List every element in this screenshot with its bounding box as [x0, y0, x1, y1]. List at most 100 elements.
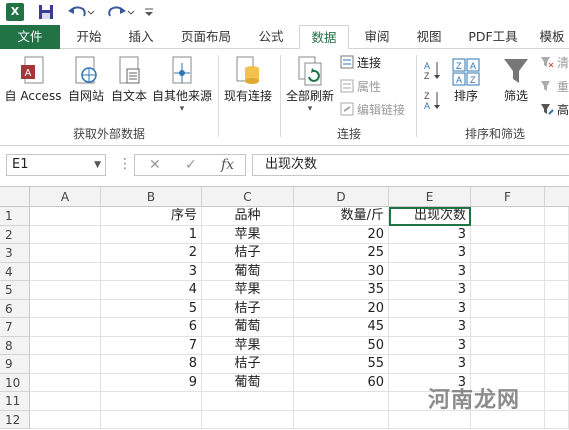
table-cell[interactable] — [545, 281, 569, 300]
formula-bar-grip-icon[interactable]: ⋮ — [118, 154, 132, 176]
table-cell[interactable] — [471, 207, 545, 226]
table-cell[interactable]: 桔子 — [202, 355, 294, 374]
table-cell[interactable] — [545, 262, 569, 281]
table-cell[interactable] — [30, 225, 101, 244]
table-cell[interactable]: 数量/斤 — [294, 207, 389, 226]
table-cell[interactable]: 35 — [294, 281, 389, 300]
table-cell[interactable]: 3 — [389, 262, 471, 281]
row-header[interactable]: 2 — [0, 225, 30, 244]
column-header-e[interactable]: E — [389, 187, 471, 207]
advanced-filter-button[interactable]: 高 — [540, 100, 569, 120]
table-cell[interactable]: 20 — [294, 299, 389, 318]
table-cell[interactable] — [30, 355, 101, 374]
undo-icon[interactable] — [66, 3, 96, 21]
table-cell[interactable] — [30, 299, 101, 318]
from-text-button[interactable]: 自文本 — [108, 55, 150, 104]
formula-input[interactable]: 出现次数 — [252, 154, 569, 176]
table-cell[interactable]: 苹果 — [202, 225, 294, 244]
connections-button[interactable]: 连接 — [340, 53, 381, 73]
table-cell[interactable]: 4 — [101, 281, 202, 300]
confirm-icon[interactable]: ✓ — [185, 155, 197, 175]
table-cell[interactable] — [294, 410, 389, 429]
table-cell[interactable]: 3 — [389, 299, 471, 318]
table-cell[interactable]: 2 — [101, 244, 202, 263]
existing-connections-button[interactable]: 现有连接 — [222, 55, 274, 104]
column-header-d[interactable]: D — [294, 187, 389, 207]
redo-icon[interactable] — [106, 3, 136, 21]
tab-formulas[interactable]: 公式 — [248, 25, 294, 49]
from-other-sources-button[interactable]: 自其他来源 ▾ — [150, 55, 214, 114]
table-cell[interactable] — [545, 207, 569, 226]
cancel-icon[interactable]: ✕ — [149, 155, 161, 175]
chevron-down-icon[interactable]: ▼ — [94, 155, 101, 175]
row-header[interactable]: 1 — [0, 207, 30, 226]
sort-descending-button[interactable]: ZA — [420, 89, 446, 111]
row-header[interactable]: 4 — [0, 262, 30, 281]
table-cell[interactable]: 3 — [389, 244, 471, 263]
row-header[interactable]: 3 — [0, 244, 30, 263]
table-cell[interactable]: 6 — [101, 318, 202, 337]
table-cell[interactable]: 葡萄 — [202, 262, 294, 281]
save-icon[interactable] — [38, 4, 54, 20]
table-cell[interactable]: 苹果 — [202, 336, 294, 355]
row-header[interactable]: 9 — [0, 355, 30, 374]
select-all-corner[interactable] — [0, 187, 30, 207]
row-header[interactable]: 6 — [0, 299, 30, 318]
row-header[interactable]: 10 — [0, 373, 30, 392]
table-cell[interactable] — [545, 225, 569, 244]
table-cell[interactable] — [545, 244, 569, 263]
from-access-button[interactable]: A 自 Access — [2, 55, 64, 104]
table-cell[interactable]: 3 — [101, 262, 202, 281]
table-cell[interactable] — [545, 299, 569, 318]
table-cell[interactable]: 7 — [101, 336, 202, 355]
filter-button[interactable]: 筛选 — [496, 55, 536, 104]
table-cell[interactable] — [30, 392, 101, 411]
table-cell[interactable]: 葡萄 — [202, 318, 294, 337]
table-cell[interactable]: 苹果 — [202, 281, 294, 300]
column-header-f[interactable]: F — [471, 187, 545, 207]
table-cell[interactable] — [471, 262, 545, 281]
table-cell[interactable] — [545, 336, 569, 355]
sort-button[interactable]: ZAAZ 排序 — [448, 55, 484, 104]
table-cell[interactable]: 3 — [389, 336, 471, 355]
tab-data[interactable]: 数据 — [299, 25, 349, 50]
table-cell[interactable]: 60 — [294, 373, 389, 392]
tab-view[interactable]: 视图 — [406, 25, 452, 49]
customize-qat-icon[interactable] — [142, 3, 156, 21]
refresh-all-button[interactable]: 全部刷新 ▾ — [284, 55, 336, 114]
table-cell[interactable]: 20 — [294, 225, 389, 244]
table-cell[interactable]: 3 — [389, 225, 471, 244]
table-cell[interactable] — [545, 318, 569, 337]
table-cell[interactable]: 3 — [389, 355, 471, 374]
table-cell[interactable]: 30 — [294, 262, 389, 281]
table-cell[interactable] — [30, 318, 101, 337]
tab-page-layout[interactable]: 页面布局 — [170, 25, 242, 49]
table-cell[interactable] — [545, 355, 569, 374]
table-cell[interactable] — [471, 281, 545, 300]
table-cell[interactable] — [30, 336, 101, 355]
row-header[interactable]: 8 — [0, 336, 30, 355]
table-cell[interactable] — [545, 410, 569, 429]
table-cell[interactable] — [30, 244, 101, 263]
table-cell[interactable] — [471, 244, 545, 263]
tab-insert[interactable]: 插入 — [118, 25, 164, 49]
clear-filter-button[interactable]: 清 — [540, 53, 569, 73]
table-cell[interactable] — [294, 392, 389, 411]
table-cell[interactable]: 出现次数 — [389, 207, 471, 226]
table-cell[interactable] — [30, 281, 101, 300]
table-cell[interactable] — [101, 392, 202, 411]
edit-links-button[interactable]: 编辑链接 — [340, 100, 405, 120]
table-cell[interactable] — [471, 336, 545, 355]
table-cell[interactable] — [202, 410, 294, 429]
table-cell[interactable] — [545, 392, 569, 411]
table-cell[interactable]: 25 — [294, 244, 389, 263]
tab-file[interactable]: 文件 — [0, 25, 60, 49]
table-cell[interactable]: 品种 — [202, 207, 294, 226]
column-header-b[interactable]: B — [101, 187, 202, 207]
table-cell[interactable] — [30, 373, 101, 392]
table-cell[interactable]: 5 — [101, 299, 202, 318]
row-header[interactable]: 12 — [0, 410, 30, 429]
table-cell[interactable] — [545, 373, 569, 392]
insert-function-icon[interactable]: fx — [221, 155, 234, 175]
table-cell[interactable] — [30, 410, 101, 429]
